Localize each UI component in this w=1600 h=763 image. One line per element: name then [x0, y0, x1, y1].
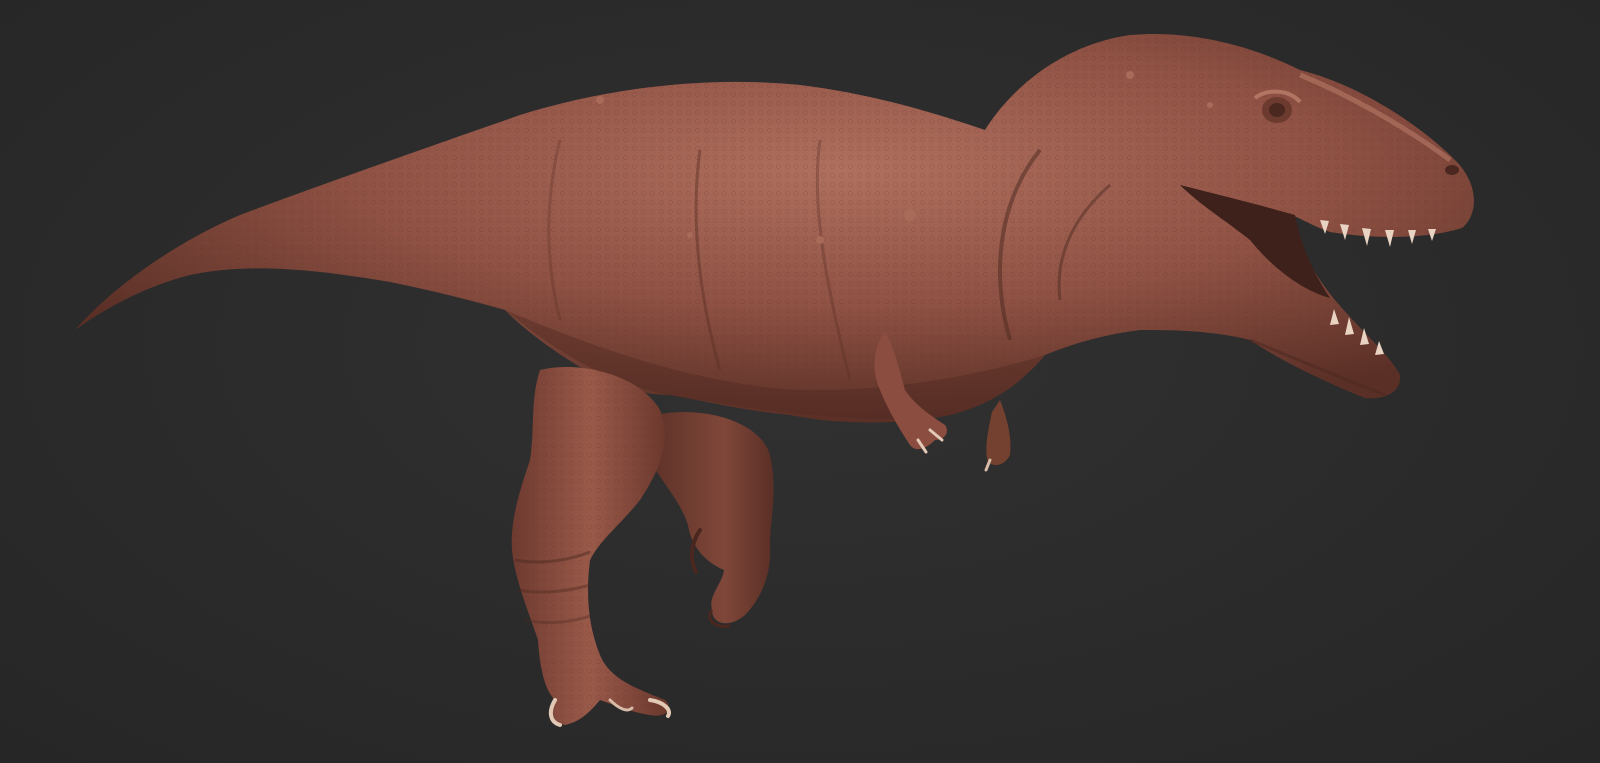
near-leg	[511, 366, 671, 727]
viewport-canvas[interactable]	[0, 0, 1600, 763]
trex-sculpt-icon	[75, 34, 1474, 727]
far-leg	[650, 411, 774, 628]
